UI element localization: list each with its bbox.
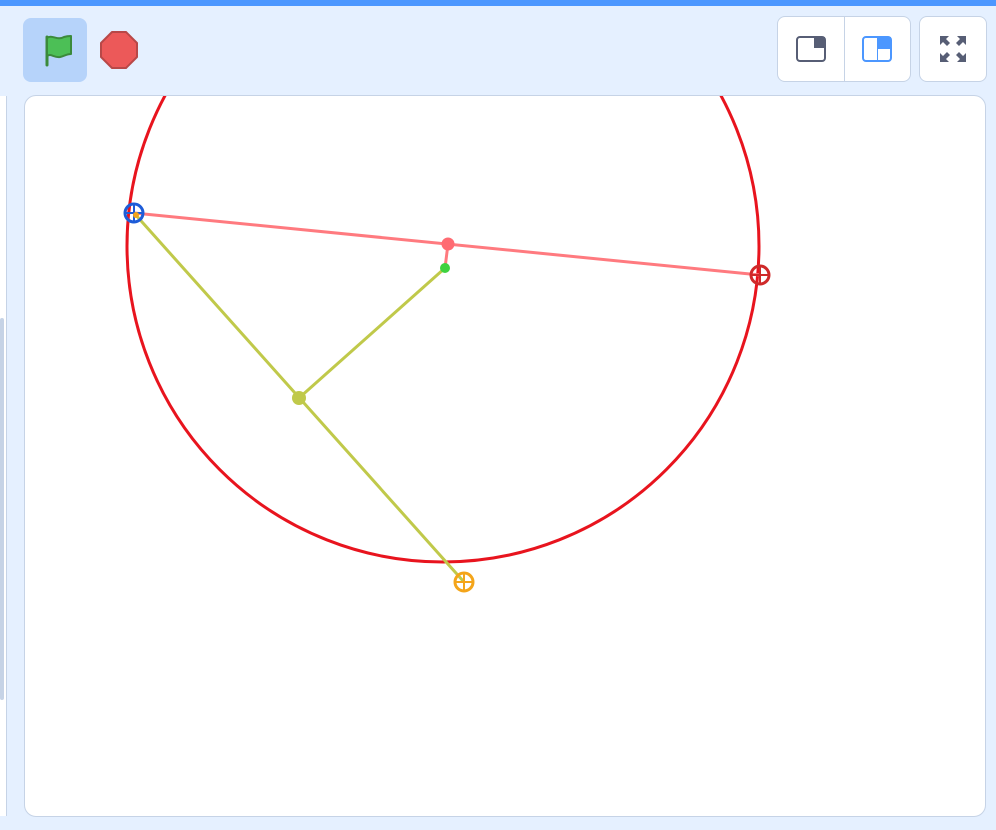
junction-dot	[292, 391, 306, 405]
green-flag-button[interactable]	[23, 18, 87, 82]
stage-size-toggle	[777, 16, 911, 82]
red-marker	[749, 264, 771, 286]
stop-button[interactable]	[95, 24, 143, 76]
small-stage-icon	[795, 36, 826, 62]
line-to-center	[298, 266, 446, 400]
chord-midpoint-dot	[441, 237, 455, 251]
left-panel-scrollbar[interactable]	[0, 318, 4, 700]
small-stage-button[interactable]	[778, 17, 844, 81]
circle	[125, 96, 761, 564]
normal-stage-button[interactable]	[843, 17, 911, 81]
fullscreen-button[interactable]	[919, 16, 987, 82]
center-dot	[440, 263, 450, 273]
stage-canvas[interactable]	[24, 95, 986, 817]
normal-stage-icon	[862, 36, 893, 62]
top-accent-bar	[0, 0, 996, 6]
blue-marker	[123, 202, 145, 224]
fullscreen-icon	[940, 36, 966, 62]
orange-marker	[453, 571, 475, 593]
stage-drawing	[123, 96, 771, 593]
green-flag-icon	[45, 35, 72, 67]
stop-sign-icon	[100, 31, 138, 69]
